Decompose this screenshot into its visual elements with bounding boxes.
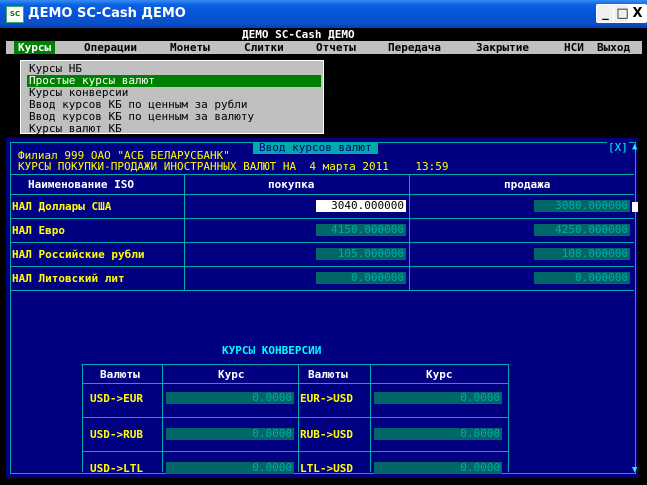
conv-header-pair1: Валюты [100,368,140,381]
conv-pair-ltl-usd: LTL->USD [300,462,353,475]
scroll-down-icon[interactable]: ▼ [632,465,637,475]
grid-line [10,218,634,219]
scroll-thumb[interactable] [632,202,638,212]
conv-rate-eur-usd-input[interactable]: 0.0000 [374,392,502,404]
dialog-close-button[interactable]: [X] [607,142,629,154]
grid-line [409,174,410,290]
menu-zakrytie[interactable]: Закрытие [472,41,533,54]
dropdown-item[interactable]: Курсы валют КБ [27,123,321,135]
row-label-ltl: НАЛ Литовский лит [12,272,125,285]
conv-pair-eur-usd: EUR->USD [300,392,353,405]
sell-usd-input[interactable]: 3080.000000 [534,200,630,212]
buy-rub-input[interactable]: 105.000000 [316,248,406,260]
conv-pair-usd-ltl: USD->LTL [90,462,143,475]
conv-header-rate1: Курс [218,368,245,381]
conv-rate-usd-rub-input[interactable]: 0.0000 [166,428,294,440]
conversion-title: КУРСЫ КОНВЕРСИИ [222,344,322,357]
conv-header-pair2: Валюты [308,368,348,381]
grid-line [82,364,83,472]
sell-ltl-input[interactable]: 0.000000 [534,272,630,284]
console-area: ДЕМО SC-Cash ДЕМО Курсы Операции Монеты … [6,28,642,480]
app-icon: SC [6,6,24,23]
col-header-sell: продажа [504,178,551,191]
title-bar[interactable]: SC ДЕМО SC-Cash ДЕМО _ □ X [0,0,647,28]
grid-line [10,266,634,267]
grid-line [162,364,163,472]
dialog-title: Ввод курсов валют [253,142,378,154]
menu-slitki[interactable]: Слитки [240,41,288,54]
app-name-banner: ДЕМО SC-Cash ДЕМО [238,28,359,42]
conv-pair-rub-usd: RUB->USD [300,428,353,441]
buy-ltl-input[interactable]: 0.000000 [316,272,406,284]
rates-caption: КУРСЫ ПОКУПКИ-ПРОДАЖИ ИНОСТРАННЫХ ВАЛЮТ … [18,160,449,173]
conv-pair-usd-rub: USD->RUB [90,428,143,441]
close-button[interactable]: X [628,4,647,23]
window-title: ДЕМО SC-Cash ДЕМО [28,6,186,21]
conv-header-rate2: Курс [426,368,453,381]
menu-monety[interactable]: Монеты [166,41,214,54]
buy-eur-input[interactable]: 4150.000000 [316,224,406,236]
grid-line [82,383,508,384]
app-window: SC ДЕМО SC-Cash ДЕМО _ □ X ДЕМО SC-Cash … [0,0,647,485]
grid-line [82,364,508,365]
menu-vyhod[interactable]: Выход [593,41,634,54]
sell-eur-input[interactable]: 4250.000000 [534,224,630,236]
col-header-buy: покупка [268,178,315,191]
grid-line [10,290,634,291]
conv-rate-usd-eur-input[interactable]: 0.0000 [166,392,294,404]
menu-kursy[interactable]: Курсы [14,41,56,54]
grid-line [82,417,508,418]
row-label-eur: НАЛ Евро [12,224,65,237]
dialog-frame: Ввод курсов валют [X] [10,142,636,474]
conv-rate-usd-ltl-input[interactable]: 0.0000 [166,462,294,474]
kursy-dropdown: Курсы НБ Простые курсы валют Курсы конве… [20,60,324,135]
col-header-name: Наименование ISO [28,178,134,191]
menu-operacii[interactable]: Операции [80,41,141,54]
conv-pair-usd-eur: USD->EUR [90,392,143,405]
grid-line [82,451,508,452]
grid-line [370,364,371,472]
menu-bar: Курсы Операции Монеты Слитки Отчеты Пере… [6,41,642,54]
row-label-rub: НАЛ Российские рубли [12,248,145,261]
grid-line [184,174,185,290]
grid-line [10,194,634,195]
status-line: ДЕМО SC-Cash ДЕМО [6,28,642,42]
rates-dialog: Ввод курсов валют [X] ▲ ▼ Филиал 999 ОАО… [6,138,642,478]
grid-line [298,364,299,472]
conv-rate-ltl-usd-input[interactable]: 0.0000 [374,462,502,474]
grid-line [508,364,509,472]
menu-otchety[interactable]: Отчеты [312,41,360,54]
row-label-usd: НАЛ Доллары США [12,200,112,213]
buy-usd-input[interactable]: 3040.000000 [316,200,406,212]
menu-peredacha[interactable]: Передача [384,41,445,54]
scroll-up-icon[interactable]: ▲ [632,142,637,152]
grid-line [10,174,634,175]
conv-rate-rub-usd-input[interactable]: 0.0000 [374,428,502,440]
grid-line [10,242,634,243]
sell-rub-input[interactable]: 108.000000 [534,248,630,260]
menu-nsi[interactable]: НСИ [560,41,588,54]
